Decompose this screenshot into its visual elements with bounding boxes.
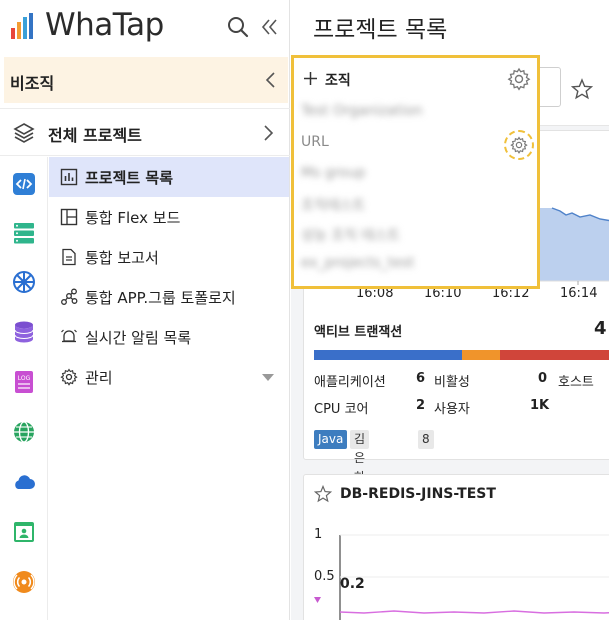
log-icon[interactable]: LOG (12, 370, 36, 394)
project-card[interactable]: DB-REDIS-JINS-TEST 1 0.5 0.2 (303, 474, 609, 620)
brand-name[interactable]: WhaTap (45, 7, 164, 43)
sidebar-item-alarms[interactable]: 실시간 알림 목록 (49, 317, 289, 357)
active-transaction-title: 액티브 트랜잭션 (314, 325, 403, 340)
star-icon[interactable] (314, 485, 332, 503)
plus-icon (304, 72, 317, 85)
globe-icon[interactable] (12, 420, 36, 444)
stat-host-label: 호스트 (558, 375, 594, 390)
gear-icon (60, 368, 78, 386)
stat-inactive-label: 비활성 (434, 375, 470, 390)
all-projects-label: 전체 프로젝트 (48, 126, 142, 145)
y-tick-label: 1 (314, 527, 323, 542)
organization-selector[interactable]: 비조직 (4, 57, 288, 103)
sidebar-item-topology[interactable]: 통합 APP.그룹 토폴로지 (49, 277, 289, 317)
kubernetes-icon[interactable] (12, 270, 36, 294)
browser-icon[interactable] (12, 520, 36, 544)
sidebar-item-management[interactable]: 관리 (49, 357, 289, 397)
y-tick-label: 0.5 (314, 569, 335, 584)
x-tick-label: 16:14 (560, 286, 598, 301)
stat-inactive-value: 0 (538, 371, 548, 386)
add-organization-label: 조직 (325, 73, 351, 89)
brand-header: WhaTap (0, 0, 290, 52)
group-tag: 김은하그룹 (350, 430, 370, 522)
tx-segment-critical (500, 350, 609, 360)
svg-text:LOG: LOG (18, 375, 31, 382)
tx-segment-normal (314, 350, 462, 360)
document-icon (62, 248, 76, 266)
topology-icon (61, 288, 78, 305)
active-transaction-bar (314, 350, 609, 360)
project-title: DB-REDIS-JINS-TEST (340, 486, 496, 502)
star-icon[interactable] (571, 78, 593, 100)
active-transaction-count: 4 (594, 318, 607, 339)
caret-down-icon (262, 374, 274, 381)
organization-item[interactable]: 성능 조직 테스트 (301, 225, 400, 247)
code-icon[interactable] (12, 172, 36, 196)
signal-icon[interactable] (12, 570, 36, 594)
database-icon[interactable] (12, 320, 36, 344)
organization-popover: 조직 Test Organization URL Ms group 조직테스트 … (291, 55, 540, 289)
stat-app-label: 애플리케이션 (314, 375, 386, 390)
search-icon[interactable] (227, 16, 249, 38)
stat-app-value: 6 (416, 371, 426, 386)
organization-item[interactable]: ex_projects_test (301, 255, 414, 277)
sidebar-item-project-list[interactable]: 프로젝트 목록 (49, 157, 289, 197)
organization-label: 비조직 (10, 74, 55, 93)
redis-chart (314, 534, 609, 620)
sidebar-item-flex-board[interactable]: 통합 Flex 보드 (49, 197, 289, 237)
main-header: 프로젝트 목록 (291, 0, 609, 52)
sidebar-item-label: 통합 보고서 (85, 249, 159, 267)
sidebar-item-label: 프로젝트 목록 (85, 169, 174, 187)
sidebar-item-label: 통합 APP.그룹 토폴로지 (85, 289, 236, 307)
organization-settings-button[interactable] (504, 130, 534, 160)
page: WhaTap 비조직 전체 프로젝트 LOG 프로젝트 목록 통합 Flex 보… (0, 0, 609, 620)
organization-item[interactable]: Ms group (301, 165, 365, 187)
organization-item[interactable]: 조직테스트 (301, 195, 365, 217)
language-tag: Java (314, 430, 348, 449)
organization-item[interactable]: URL (301, 134, 329, 156)
stat-user-label: 사용자 (434, 402, 470, 417)
gear-icon (510, 136, 528, 154)
sidebar-item-label: 실시간 알림 목록 (85, 329, 192, 347)
sidebar-item-label: 관리 (85, 369, 113, 387)
sidebar-item-report[interactable]: 통합 보고서 (49, 237, 289, 277)
group-count-badge: 8 (418, 430, 434, 449)
current-value-label: 0.2 (340, 576, 365, 592)
layers-icon (13, 123, 35, 143)
stat-cpu-value: 2 (416, 398, 426, 413)
server-icon[interactable] (12, 221, 36, 245)
chevron-right-icon (264, 125, 274, 141)
sidebar: WhaTap 비조직 전체 프로젝트 LOG 프로젝트 목록 통합 Flex 보… (0, 0, 290, 620)
organization-item[interactable]: Test Organization (301, 103, 423, 125)
chart-list-icon (60, 168, 78, 186)
stat-cpu-label: CPU 코어 (314, 402, 369, 417)
tx-segment-warning (462, 350, 500, 360)
chevron-left-icon (265, 72, 275, 88)
layout-board-icon (60, 208, 78, 226)
alarm-icon (61, 329, 77, 343)
cloud-icon[interactable] (12, 470, 36, 494)
whatap-logo-icon (11, 13, 33, 39)
sidebar-item-label: 통합 Flex 보드 (85, 209, 181, 227)
stat-user-value: 1K (530, 398, 550, 413)
product-icon-rail: LOG (0, 157, 48, 620)
collapse-sidebar-icon[interactable] (260, 18, 278, 36)
all-projects-item[interactable]: 전체 프로젝트 (0, 108, 290, 156)
gear-icon[interactable] (507, 67, 531, 91)
page-title: 프로젝트 목록 (313, 17, 448, 43)
